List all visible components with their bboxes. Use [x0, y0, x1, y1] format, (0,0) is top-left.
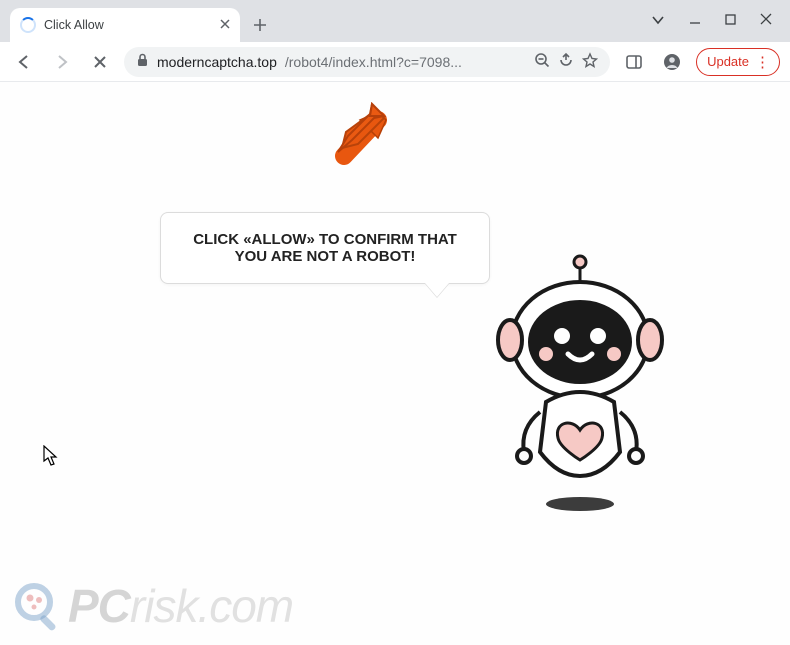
close-window-icon[interactable] — [760, 12, 772, 30]
tab-search-icon[interactable] — [651, 12, 665, 30]
lock-icon — [136, 53, 149, 70]
tab-title: Click Allow — [44, 18, 212, 32]
annotation-arrow-icon — [332, 100, 388, 163]
loading-spinner-icon — [20, 17, 36, 33]
page-content: CLICK «ALLOW» TO CONFIRM THAT YOU ARE NO… — [0, 82, 790, 645]
speech-bubble: CLICK «ALLOW» TO CONFIRM THAT YOU ARE NO… — [160, 212, 490, 284]
watermark: PCrisk.com — [12, 579, 293, 633]
url-path: /robot4/index.html?c=7098... — [285, 54, 462, 70]
watermark-rest: risk.com — [130, 580, 293, 632]
robot-illustration — [480, 252, 680, 537]
address-bar[interactable]: moderncaptcha.top/robot4/index.html?c=70… — [124, 47, 610, 77]
stop-reload-button[interactable] — [86, 48, 114, 76]
browser-toolbar: moderncaptcha.top/robot4/index.html?c=70… — [0, 42, 790, 82]
maximize-icon[interactable] — [725, 12, 736, 30]
magnifier-icon — [12, 580, 64, 632]
back-button[interactable] — [10, 48, 38, 76]
minimize-icon[interactable] — [689, 12, 701, 30]
zoom-icon[interactable] — [534, 52, 550, 71]
new-tab-button[interactable] — [246, 11, 274, 39]
update-label: Update — [707, 54, 749, 69]
window-titlebar: Click Allow — [0, 0, 790, 42]
profile-icon[interactable] — [658, 48, 686, 76]
captcha-message: CLICK «ALLOW» TO CONFIRM THAT YOU ARE NO… — [193, 231, 457, 265]
side-panel-icon[interactable] — [620, 48, 648, 76]
close-tab-icon[interactable] — [220, 16, 230, 34]
update-button[interactable]: Update ⋮ — [696, 48, 780, 76]
browser-tab[interactable]: Click Allow — [10, 8, 240, 42]
share-icon[interactable] — [558, 52, 574, 71]
mouse-cursor-icon — [43, 445, 59, 472]
watermark-pc: PC — [68, 580, 130, 632]
url-domain: moderncaptcha.top — [157, 54, 277, 70]
bookmark-icon[interactable] — [582, 52, 598, 71]
menu-dots-icon: ⋮ — [755, 53, 769, 71]
forward-button — [48, 48, 76, 76]
